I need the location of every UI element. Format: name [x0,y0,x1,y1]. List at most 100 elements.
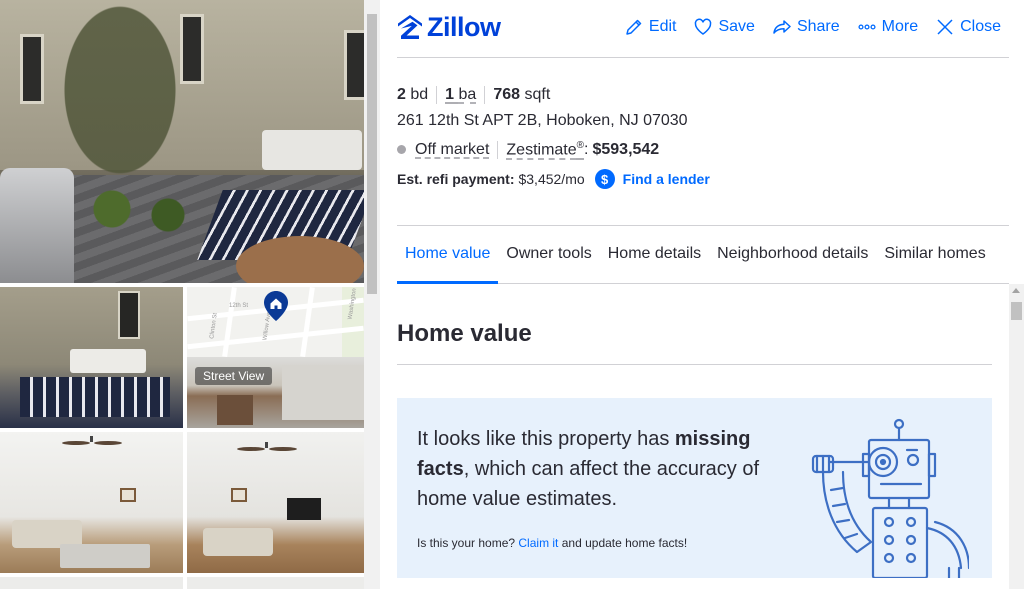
zillow-logo[interactable]: Zillow [397,12,501,42]
ceiling-fan-icon [237,442,297,451]
tree-foliage [60,0,180,180]
more-button[interactable]: More [858,18,918,36]
notice-message: It looks like this property has missing … [417,424,787,514]
building [282,365,364,420]
street-view-thumbnail[interactable]: Street View [187,357,364,428]
tab-similar-homes[interactable]: Similar homes [876,226,993,284]
home-pin-icon[interactable] [264,291,288,321]
claim-it-link[interactable]: Claim it [518,536,558,550]
share-icon [773,20,791,34]
beds-unit: bd [410,86,429,103]
property-address: 261 12th St APT 2B, Hoboken, NJ 07030 [397,112,688,129]
more-dots-icon [858,24,876,30]
notice-text-post: , which can affect the accuracy of home … [417,458,760,510]
detail-tabs: Home value Owner tools Home details Neig… [397,225,1009,284]
pencil-icon [626,19,642,35]
wall-picture [231,488,247,502]
television [287,498,321,520]
content-scrollbar-thumb[interactable] [1011,302,1022,320]
gallery-scrollbar-thumb[interactable] [367,14,377,294]
property-facts: 2 bd 1 ba 768 sqft [397,86,1009,104]
bbq-grill [0,168,74,283]
robot-magnifier-illustration [811,418,969,578]
share-button[interactable]: Share [773,18,840,36]
share-label: Share [796,18,840,35]
header-actions: Edit Save Share More Close [625,18,1001,36]
map-road [300,287,315,357]
map-road [222,287,237,357]
photo-thumbnail[interactable] [0,577,183,589]
zillow-z-icon [398,15,422,39]
map-thumbnail[interactable]: 12th St Willow Ave Clinton St Washington [187,287,364,357]
edit-label: Edit [648,18,677,35]
sqft-value: 768 [493,86,521,103]
baths-value: 1 [445,86,455,103]
section-title: Home value [397,320,532,347]
photo-thumbnail[interactable] [187,577,364,589]
sqft-unit: sqft [524,86,551,103]
tab-neighborhood-details[interactable]: Neighborhood details [709,226,876,284]
registered-mark: ® [576,140,585,151]
panel-header: Zillow Edit Save Share More Close [397,12,1009,58]
ceiling-fan-icon [62,436,122,445]
photo-living-room-2[interactable] [187,432,364,573]
baths-fact[interactable]: 1 ba [436,86,484,104]
tab-home-value[interactable]: Home value [397,226,499,284]
status-row: Off market Zestimate®: $593,542 [397,140,1009,159]
zestimate-label-text: Zestimate [506,141,577,159]
status-dot-icon [397,145,406,155]
more-label: More [881,18,919,35]
gallery-scrollbar[interactable] [364,0,380,589]
claim-prompt-post: and update home facts! [558,536,688,550]
window [180,14,204,84]
photo-living-room[interactable] [0,432,183,573]
details-panel: Zillow Edit Save Share More Close 2 bd 1… [380,0,1024,589]
tab-owner-tools[interactable]: Owner tools [498,226,599,284]
potted-plants [70,185,210,245]
window [344,30,364,100]
find-lender-link[interactable]: Find a lender [623,171,710,187]
content-scrollbar[interactable] [1009,284,1024,589]
window [20,34,44,104]
building-door [217,395,253,425]
zestimate-label[interactable]: Zestimate® [506,140,584,159]
claim-home-prompt: Is this your home? Claim it and update h… [417,536,687,550]
close-label: Close [960,18,1001,35]
photo-deck-2[interactable] [0,287,183,428]
zillow-wordmark: Zillow [427,11,501,42]
refi-label: Est. refi payment: [397,171,515,188]
status-text[interactable]: Off market [415,140,499,159]
scroll-up-arrow-icon[interactable] [1012,288,1020,293]
wall-picture [120,488,136,502]
outdoor-sofa [70,349,146,373]
claim-prompt-pre: Is this your home? [417,536,519,550]
save-label: Save [718,18,755,35]
property-summary: 2 bd 1 ba 768 sqft 261 12th St APT 2B, H… [397,86,1009,190]
home-value-section: Home value It looks like this property h… [397,284,1009,589]
map-street-label: 12th St [229,303,249,309]
main-photo-rooftop-deck[interactable] [0,0,364,283]
refi-row: Est. refi payment: $3,452/mo $ Find a le… [397,169,1009,190]
sofa [203,528,273,556]
zestimate-value: $593,542 [592,140,660,158]
outdoor-sofa [262,130,362,170]
notice-text-pre: It looks like this property has [417,428,675,450]
striped-rug [20,377,170,417]
beds-fact: 2 bd [397,86,436,104]
sqft-fact: 768 sqft [484,86,558,104]
photo-gallery[interactable]: 12th St Willow Ave Clinton St Washington… [0,0,380,589]
refi-value: $3,452/mo [518,171,585,188]
edit-button[interactable]: Edit [625,18,677,36]
street-view-label: Street View [195,367,273,385]
area-rug [60,544,150,568]
zestimate-separator: : [584,140,589,158]
dollar-icon: $ [594,169,615,190]
missing-facts-notice: It looks like this property has missing … [397,398,992,578]
tab-home-details[interactable]: Home details [600,226,709,284]
close-button[interactable]: Close [936,18,1001,36]
beds-value: 2 [397,86,406,103]
save-button[interactable]: Save [694,18,755,36]
baths-unit: ba [458,86,477,103]
section-divider [397,364,992,365]
heart-icon [695,18,712,35]
